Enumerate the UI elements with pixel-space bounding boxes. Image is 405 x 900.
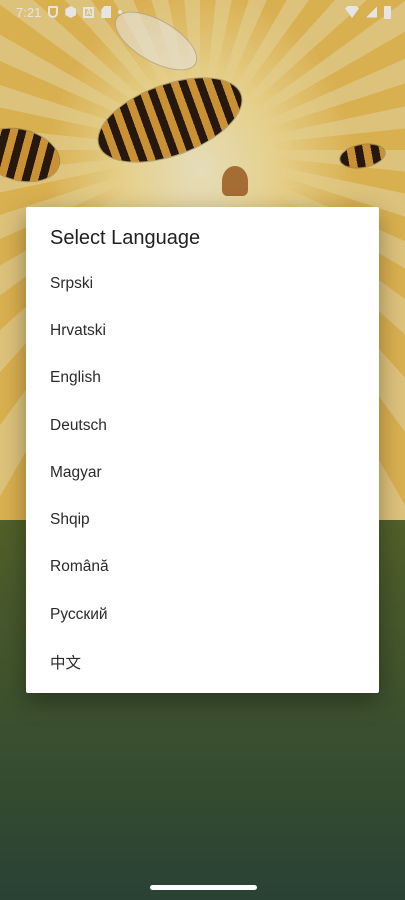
language-option-hrvatski[interactable]: Hrvatski [26, 307, 379, 354]
select-language-dialog: Select Language Srpski Hrvatski English … [26, 207, 379, 693]
dialog-title: Select Language [50, 227, 201, 249]
language-option-srpski[interactable]: Srpski [26, 260, 379, 307]
language-option-romana[interactable]: Română [26, 544, 379, 591]
language-option-magyar[interactable]: Magyar [26, 449, 379, 496]
language-option-english[interactable]: English [26, 355, 379, 402]
language-option-deutsch[interactable]: Deutsch [26, 402, 379, 449]
language-option-shqip[interactable]: Shqip [26, 496, 379, 543]
language-option-russkiy[interactable]: Русский [26, 591, 379, 638]
home-indicator[interactable] [150, 885, 257, 890]
language-list: Srpski Hrvatski English Deutsch Magyar S… [26, 260, 379, 686]
language-option-chinese[interactable]: 中文 [26, 638, 379, 685]
